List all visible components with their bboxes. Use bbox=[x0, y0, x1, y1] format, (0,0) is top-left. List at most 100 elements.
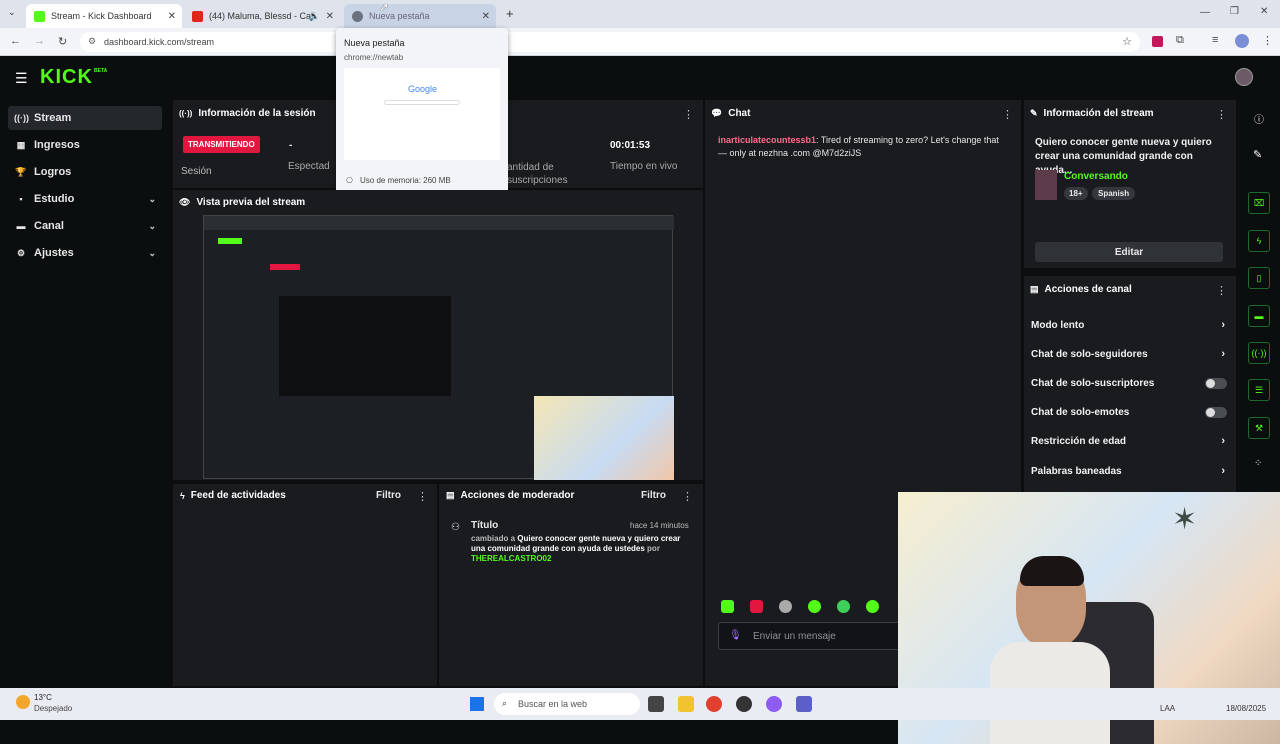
stream-preview-video[interactable] bbox=[203, 215, 674, 480]
emote-icon[interactable] bbox=[750, 600, 763, 613]
panel-header: ϟ Feed de actividades bbox=[180, 490, 286, 501]
task-view-icon[interactable] bbox=[648, 696, 664, 712]
file-explorer-icon[interactable] bbox=[678, 696, 694, 712]
live-status-badge: TRANSMITIENDO bbox=[183, 136, 260, 153]
chrome-icon[interactable] bbox=[706, 696, 722, 712]
category-link[interactable]: Conversando bbox=[1064, 171, 1128, 182]
teams-icon[interactable] bbox=[796, 696, 812, 712]
row-label: Restricción de edad bbox=[1031, 435, 1127, 447]
speaker-icon[interactable]: 🔈 bbox=[309, 11, 320, 22]
emote-icon[interactable] bbox=[721, 600, 734, 613]
tab-kick-dashboard[interactable]: Stream - Kick Dashboard ✕ bbox=[26, 4, 182, 28]
minimize-icon[interactable]: — bbox=[1200, 7, 1210, 18]
window-close-icon[interactable]: ✕ bbox=[1260, 6, 1268, 17]
forward-icon[interactable]: → bbox=[34, 35, 45, 47]
windows-start-icon[interactable] bbox=[470, 697, 484, 711]
document-icon[interactable]: ▯ bbox=[1248, 267, 1270, 289]
date-text[interactable]: 18/08/2025 bbox=[1226, 704, 1266, 713]
sidebar-item-ingresos[interactable]: ▦ Ingresos bbox=[8, 133, 162, 157]
sidebar-item-logros[interactable]: 🏆 Logros bbox=[8, 160, 162, 184]
search-placeholder: Buscar en la web bbox=[518, 699, 588, 709]
puzzle-icon[interactable]: ⧉ bbox=[1176, 34, 1184, 47]
tab-new-tab[interactable]: Nueva pestaña ✕ bbox=[344, 4, 496, 28]
chat-icon: 💬 bbox=[711, 108, 723, 118]
obs-icon[interactable] bbox=[736, 696, 752, 712]
chat-username[interactable]: inarticulatecountessb1 bbox=[718, 135, 816, 145]
browser-toolbar: ← → ↻ ⚙ dashboard.kick.com/stream ☆ ⧉ ≡ … bbox=[0, 28, 1280, 56]
user-avatar[interactable] bbox=[1235, 68, 1253, 86]
broadcast-icon[interactable]: ((·)) bbox=[1248, 342, 1270, 364]
moderator-username[interactable]: THEREALCASTRO02 bbox=[471, 554, 551, 563]
age-restriction-row[interactable]: Restricción de edad › bbox=[1031, 431, 1231, 451]
edit-button[interactable]: Editar bbox=[1035, 242, 1223, 262]
chat-input[interactable]: 🎙 Enviar un mensaje bbox=[718, 622, 908, 650]
sidebar-item-label: Stream bbox=[34, 112, 72, 124]
close-icon[interactable]: ✕ bbox=[326, 11, 334, 22]
slow-mode-row[interactable]: Modo lento › bbox=[1031, 315, 1231, 335]
taskbar-search[interactable]: ⌕ Buscar en la web bbox=[494, 693, 640, 715]
live-time-value: 00:01:53 bbox=[610, 140, 651, 151]
banned-words-row[interactable]: Palabras baneadas › bbox=[1031, 461, 1231, 481]
more-options-icon[interactable]: ⋮ bbox=[1216, 284, 1227, 297]
pencil-icon[interactable]: ✎ bbox=[1253, 148, 1262, 161]
close-icon[interactable]: ✕ bbox=[482, 11, 490, 22]
sidebar-item-label: Ingresos bbox=[34, 139, 80, 151]
kick-logo[interactable]: KICK bbox=[40, 66, 93, 89]
screen-icon[interactable]: ⌧ bbox=[1248, 192, 1270, 214]
profile-avatar[interactable] bbox=[1235, 34, 1249, 48]
back-icon[interactable]: ← bbox=[10, 35, 21, 47]
restore-icon[interactable]: ❐ bbox=[1230, 6, 1239, 17]
more-options-icon[interactable]: ⋮ bbox=[1216, 108, 1227, 121]
bookmark-star-icon[interactable]: ☆ bbox=[1122, 35, 1132, 48]
subscribers-only-toggle[interactable] bbox=[1205, 377, 1227, 389]
viewers-label: Espectad bbox=[288, 161, 330, 172]
emote-icon[interactable] bbox=[866, 600, 879, 613]
info-icon[interactable]: ⓘ bbox=[1254, 111, 1264, 126]
chat-bubble-icon[interactable]: ▬ bbox=[1248, 305, 1270, 327]
emote-icon[interactable] bbox=[808, 600, 821, 613]
more-options-icon[interactable]: ⋮ bbox=[682, 490, 693, 503]
more-options-icon[interactable]: ⋮ bbox=[683, 108, 694, 121]
microphone-icon[interactable]: 🎙 bbox=[729, 630, 742, 641]
copilot-icon[interactable] bbox=[766, 696, 782, 712]
language-indicator[interactable]: LAA bbox=[1160, 704, 1175, 713]
chrome-favicon-icon bbox=[352, 10, 363, 22]
filter-button[interactable]: Filtro bbox=[376, 490, 401, 501]
playlist-icon[interactable]: ≡ bbox=[1212, 34, 1218, 46]
extension-icon[interactable] bbox=[1152, 36, 1163, 47]
sidebar-item-canal[interactable]: ▬ Canal ⌄ bbox=[8, 214, 162, 238]
sidebar-item-label: Logros bbox=[34, 166, 72, 178]
trophy-icon: 🏆 bbox=[15, 166, 27, 177]
wrench-icon[interactable]: ⚒ bbox=[1248, 417, 1270, 439]
pencil-icon: ✎ bbox=[1030, 108, 1038, 118]
tab-youtube[interactable]: (44) Maluma, Blessd - Cali 🔈 ✕ bbox=[184, 4, 340, 28]
sidebar-item-estudio[interactable]: ▪ Estudio ⌄ bbox=[8, 187, 162, 211]
sidebar-item-label: Ajustes bbox=[34, 247, 74, 259]
drag-handle-icon[interactable]: ⁘ bbox=[1254, 458, 1262, 469]
layout-icon[interactable]: ☰ bbox=[1248, 379, 1270, 401]
studio-icon: ▪ bbox=[19, 194, 23, 204]
filter-button[interactable]: Filtro bbox=[641, 490, 666, 501]
more-options-icon[interactable]: ⋮ bbox=[1002, 108, 1013, 121]
panel-header: 👁 Vista previa del stream bbox=[179, 197, 305, 208]
sidebar-item-stream[interactable]: ((·)) Stream bbox=[8, 106, 162, 130]
address-bar[interactable]: ⚙ dashboard.kick.com/stream ☆ bbox=[80, 32, 1140, 52]
emotes-only-toggle[interactable] bbox=[1205, 406, 1227, 418]
followers-only-row[interactable]: Chat de solo-seguidores › bbox=[1031, 344, 1231, 364]
new-tab-button[interactable]: + bbox=[506, 6, 514, 21]
chevron-down-icon: ⌄ bbox=[148, 220, 156, 231]
hamburger-menu-icon[interactable]: ☰ bbox=[15, 70, 28, 87]
bolt-icon: ϟ bbox=[180, 490, 185, 501]
site-info-icon[interactable]: ⚙ bbox=[88, 36, 96, 47]
emote-icon[interactable] bbox=[837, 600, 850, 613]
more-options-icon[interactable]: ⋮ bbox=[417, 490, 428, 503]
bolt-icon[interactable]: ϟ bbox=[1248, 230, 1270, 252]
close-icon[interactable]: ✕ bbox=[168, 11, 176, 22]
emote-icon[interactable] bbox=[779, 600, 792, 613]
tag-badge: 18+ bbox=[1064, 187, 1088, 200]
weather-icon bbox=[16, 695, 30, 709]
reload-icon[interactable]: ↻ bbox=[58, 35, 67, 48]
sidebar-item-ajustes[interactable]: ⚙ Ajustes ⌄ bbox=[8, 241, 162, 265]
menu-dots-icon[interactable]: ⋮ bbox=[1262, 34, 1273, 47]
tab-list-chevron-icon[interactable]: ⌄ bbox=[8, 7, 16, 18]
